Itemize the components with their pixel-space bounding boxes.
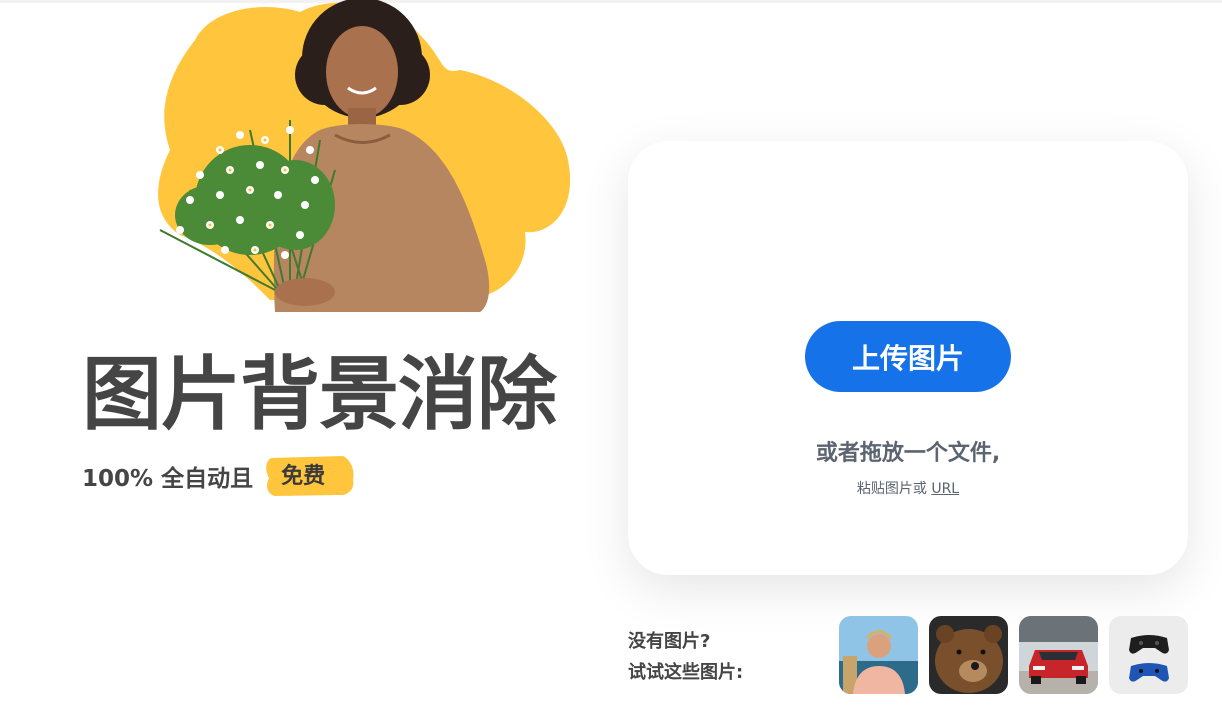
- sample-bear-thumbnail[interactable]: [929, 616, 1008, 694]
- subtitle-text: 100% 全自动且: [82, 466, 254, 492]
- free-badge: 免费: [263, 456, 354, 496]
- drop-file-text: 或者拖放一个文件,: [815, 441, 1001, 466]
- hero-illustration: [100, 0, 580, 312]
- sample-gamepad-thumbnail[interactable]: [1109, 616, 1188, 694]
- gamepad-photo-icon: [1109, 616, 1188, 694]
- subtitle: 100% 全自动且 免费: [82, 456, 354, 496]
- bear-photo-icon: [929, 616, 1008, 694]
- url-link[interactable]: URL: [931, 481, 959, 497]
- paste-hint: 粘贴图片或 URL: [628, 478, 1188, 498]
- free-badge-label: 免费: [281, 464, 326, 489]
- sample-man-thumbnail[interactable]: [839, 616, 918, 694]
- car-photo-icon: [1019, 616, 1098, 694]
- upload-card[interactable]: 上传图片 或者拖放一个文件, 粘贴图片或 URL: [628, 141, 1188, 575]
- man-photo-icon: [839, 616, 918, 694]
- paste-hint-text: 粘贴图片或: [856, 481, 927, 497]
- sample-car-thumbnail[interactable]: [1019, 616, 1098, 694]
- samples-label-line1: 没有图片?: [628, 631, 711, 652]
- page-title: 图片背景消除: [82, 348, 557, 441]
- upload-image-button[interactable]: 上传图片: [805, 321, 1011, 392]
- samples-label: 没有图片? 试试这些图片:: [628, 626, 743, 688]
- samples-label-line2: 试试这些图片:: [628, 662, 744, 683]
